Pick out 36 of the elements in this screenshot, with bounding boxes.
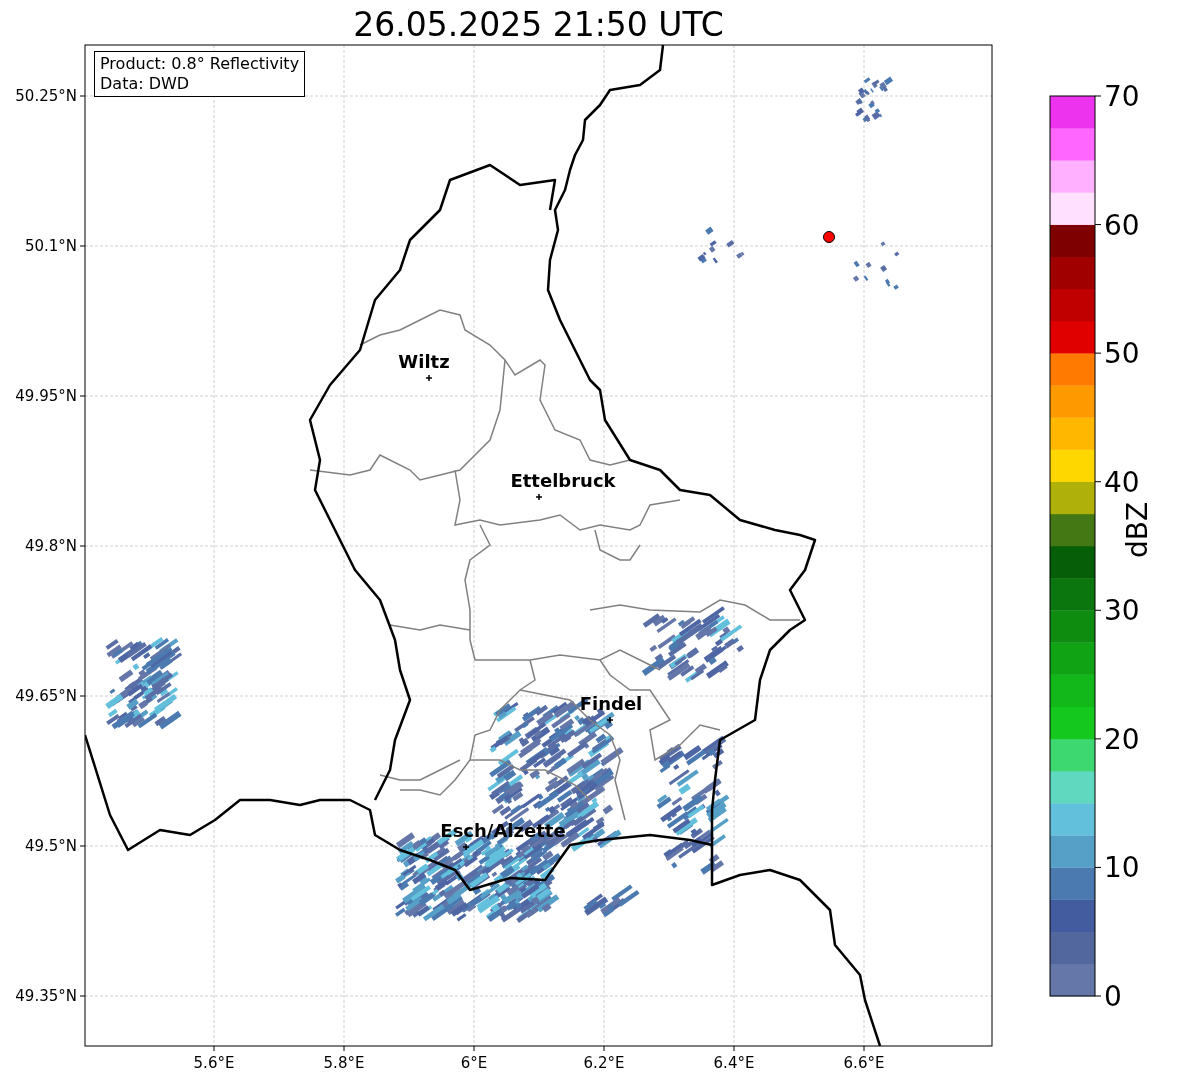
city-label: Ettelbruck: [510, 470, 616, 491]
city-marker-icon: [606, 716, 614, 724]
colorbar-tick-label: 50: [1104, 337, 1140, 371]
colorbar-label: dBZ: [1122, 501, 1154, 559]
chart-title: 26.05.2025 21:50 UTC: [352, 4, 725, 46]
colorbar-tick-label: 40: [1104, 465, 1140, 499]
colorbar-tick-label: 70: [1104, 80, 1140, 113]
city-label: Wiltz: [398, 351, 450, 372]
longitude-label: 6°E: [460, 1054, 488, 1072]
colorbar-tick-label: 10: [1104, 851, 1140, 885]
longitude-label: 5.6°E: [193, 1054, 235, 1072]
latitude-label: 49.35°N: [15, 987, 77, 1005]
colorbar-tick-label: 60: [1104, 208, 1140, 242]
radar-echo-cluster: [855, 76, 894, 123]
longitude-label: 6.6°E: [843, 1054, 885, 1072]
city-marker-icon: [425, 374, 433, 382]
latitude-label: 49.5°N: [24, 837, 77, 855]
latitude-label: 50.1°N: [24, 237, 77, 255]
city-label: Findel: [579, 693, 643, 714]
colorbar-tick-label: 0: [1104, 980, 1122, 1013]
city-marker-icon: [462, 843, 470, 851]
latitude-label: 49.8°N: [24, 537, 77, 555]
city-marker-icon: [535, 493, 543, 501]
latitude-label: 49.65°N: [15, 687, 77, 705]
radar-site-marker: [823, 231, 835, 243]
radar-echo-cluster: [697, 226, 745, 264]
colorbar-tick-label: 30: [1104, 594, 1140, 628]
longitude-label: 5.8°E: [323, 1054, 365, 1072]
info-box: Product: 0.8° Reflectivity Data: DWD: [94, 51, 306, 97]
colorbar-tick-label: 20: [1104, 722, 1140, 756]
latitude-label: 49.95°N: [15, 387, 77, 405]
longitude-label: 6.2°E: [583, 1054, 625, 1072]
radar-echo-cluster: [852, 241, 900, 290]
longitude-label: 6.4°E: [713, 1054, 755, 1072]
radar-echo-cluster: [583, 884, 640, 918]
latitude-label: 50.25°N: [15, 87, 77, 105]
